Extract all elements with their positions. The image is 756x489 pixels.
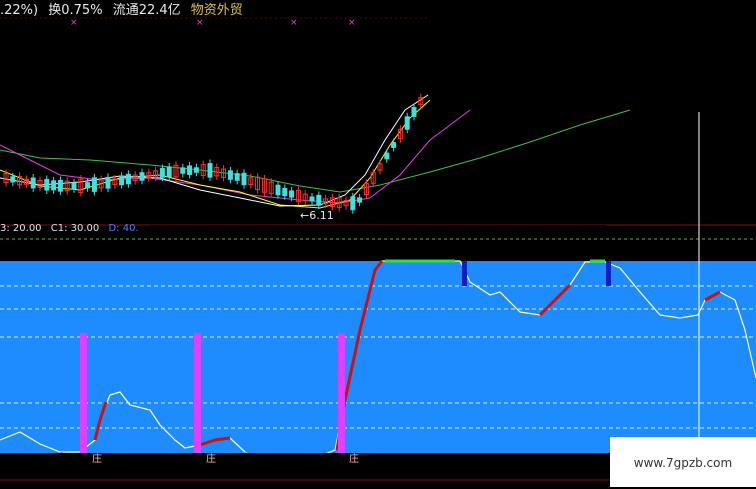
indicator-panel[interactable] — [0, 261, 756, 453]
candle-body[interactable] — [159, 168, 165, 178]
candle-body[interactable] — [105, 176, 111, 189]
signal-label-1: 庄 — [92, 454, 102, 465]
candle-body[interactable] — [289, 190, 295, 198]
param-b: 3: 20.00 — [0, 223, 42, 234]
candle-body[interactable] — [125, 173, 131, 185]
candle-body[interactable] — [357, 197, 363, 203]
candle-body[interactable] — [384, 152, 390, 160]
candle-body[interactable] — [227, 170, 233, 180]
candle-body[interactable] — [71, 182, 77, 190]
signal-label-3: 庄 — [349, 454, 359, 465]
candle-body[interactable] — [85, 182, 91, 189]
candle-body[interactable] — [119, 175, 125, 186]
candle-body[interactable] — [166, 166, 172, 178]
candle-body[interactable] — [44, 178, 50, 191]
candle-body[interactable] — [275, 184, 281, 196]
black-overlay — [428, 0, 756, 112]
candle-body[interactable] — [391, 142, 397, 148]
candle-body[interactable] — [30, 177, 36, 189]
svg-text:×: × — [348, 18, 356, 28]
indicator-header-overlay — [150, 225, 606, 261]
watermark: www.7gpzb.com — [610, 437, 756, 487]
sector-name: 物资外贸 — [190, 3, 243, 18]
price-annotation: ←6.11 — [300, 209, 334, 222]
turnover-rate: 换0.75% — [48, 3, 103, 18]
candle-body[interactable] — [180, 167, 186, 174]
signal-label-2: 庄 — [206, 454, 216, 465]
svg-text:×: × — [290, 18, 298, 28]
param-d: D: 40. — [108, 223, 139, 234]
float-cap: 流通22.4亿 — [112, 3, 181, 18]
candle-body[interactable] — [282, 187, 288, 197]
candle-body[interactable] — [207, 163, 213, 178]
candle-body[interactable] — [139, 172, 145, 181]
candle-body[interactable] — [187, 165, 193, 175]
indicator-params-header: 3: 20.00 C1: 30.00 D: 40. — [0, 222, 145, 236]
param-c1: C1: 30.00 — [50, 223, 100, 234]
chart-canvas[interactable]: × × × × ←6.11 — [0, 0, 756, 487]
candle-body[interactable] — [91, 177, 97, 192]
candle-body[interactable] — [309, 196, 315, 202]
candle-body[interactable] — [234, 173, 240, 181]
candle-body[interactable] — [51, 180, 57, 191]
stock-info-header: .22%) 换0.75% 流通22.4亿 物资外贸 — [0, 2, 249, 20]
candle-body[interactable] — [10, 176, 16, 183]
candle-body[interactable] — [57, 179, 63, 192]
change-percent: .22%) — [0, 3, 39, 18]
candle-body[interactable] — [404, 116, 410, 130]
candle-body[interactable] — [241, 172, 247, 186]
candle-body[interactable] — [350, 196, 356, 211]
candle-body[interactable] — [193, 167, 199, 173]
candle-body[interactable] — [316, 194, 322, 206]
candle-body[interactable] — [411, 107, 417, 117]
